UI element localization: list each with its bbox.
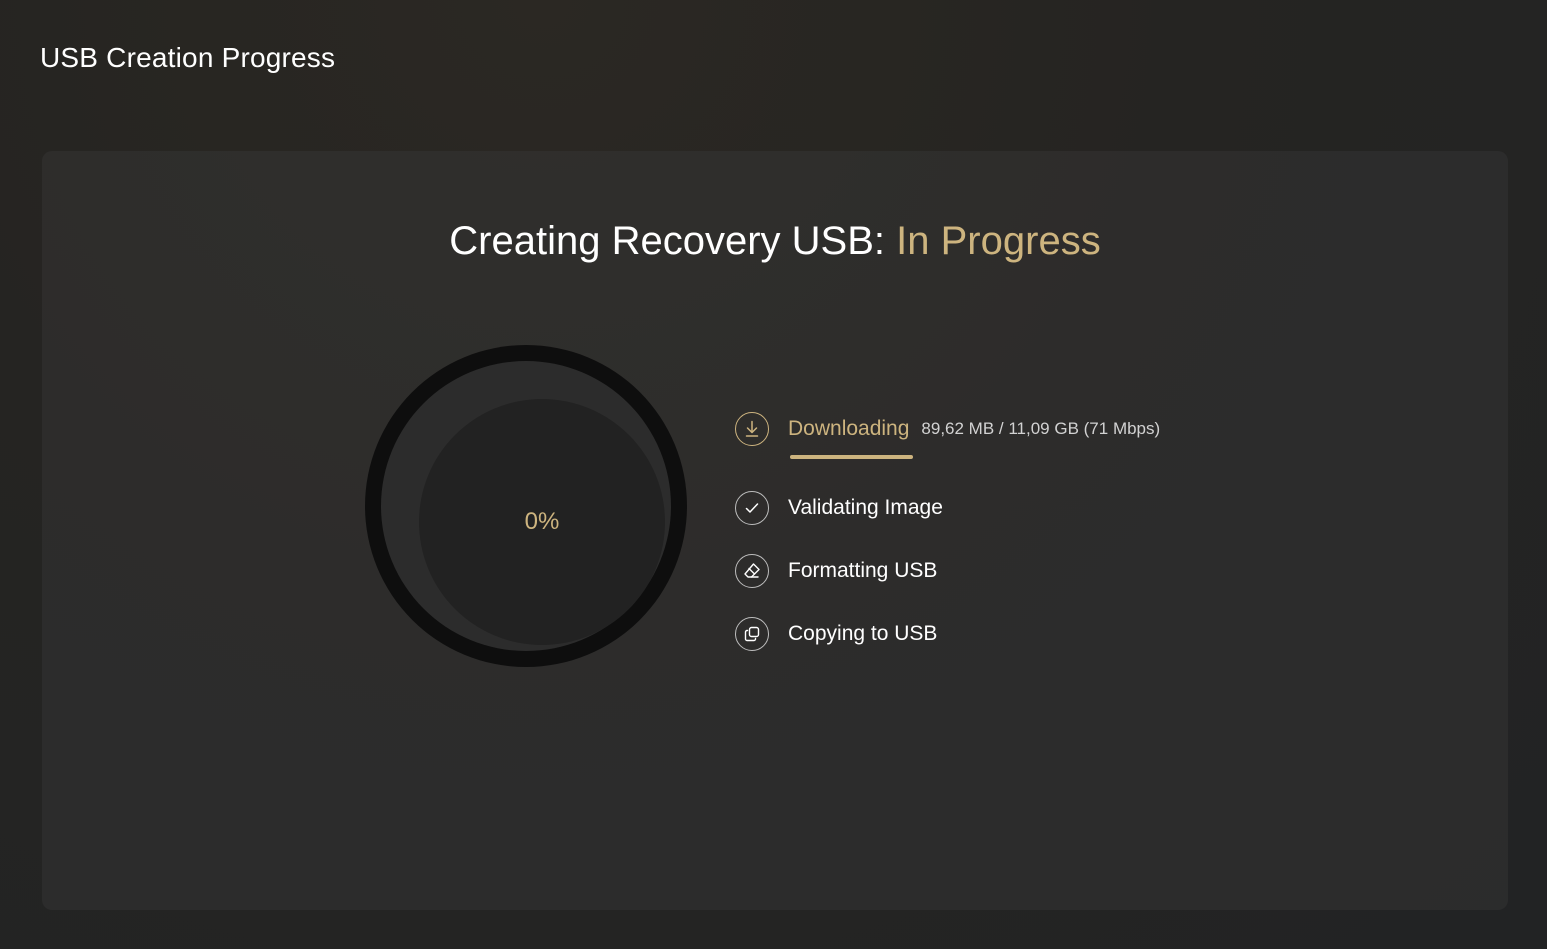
step-label-formatting-usb: Formatting USB [788, 559, 938, 582]
step-validating-image: Validating Image [735, 489, 943, 527]
progress-card: Creating Recovery USB: In Progress 0% Do… [42, 151, 1508, 910]
progress-ring-center: 0% [419, 399, 665, 645]
headline-prefix: Creating Recovery USB: [449, 219, 886, 263]
eraser-icon [735, 554, 769, 588]
progress-percent: 0% [524, 508, 560, 535]
step-label-downloading: Downloading [788, 417, 910, 440]
step-formatting-usb: Formatting USB [735, 552, 937, 590]
active-step-indicator [790, 455, 913, 459]
step-copying-to-usb: Copying to USB [735, 615, 937, 653]
step-downloading: Downloading 89,62 MB / 11,09 GB (71 Mbps… [735, 410, 1161, 459]
checkmark-icon [735, 491, 769, 525]
headline-status: In Progress [896, 219, 1101, 263]
step-label-copying-to-usb: Copying to USB [788, 622, 938, 645]
step-label-validating-image: Validating Image [788, 496, 943, 519]
download-icon [735, 412, 769, 446]
page-title: USB Creation Progress [40, 42, 336, 73]
progress-ring-track: 0% [381, 361, 671, 651]
download-progress-detail: 89,62 MB / 11,09 GB (71 Mbps) [921, 419, 1161, 438]
progress-ring: 0% [365, 345, 687, 667]
copy-icon [735, 617, 769, 651]
headline: Creating Recovery USB: In Progress [42, 219, 1508, 264]
